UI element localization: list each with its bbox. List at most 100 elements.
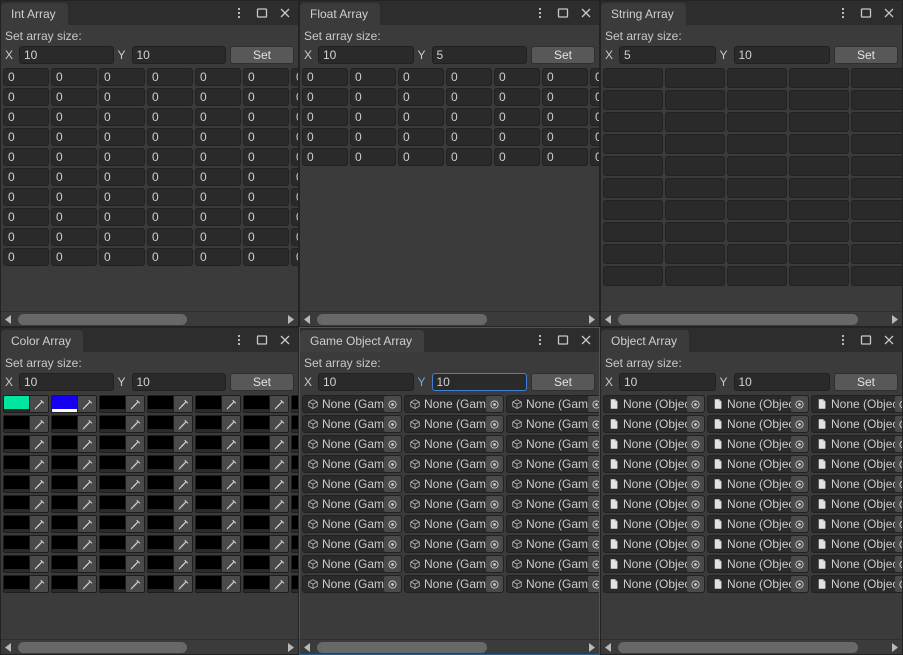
eyedropper-icon[interactable] — [77, 396, 96, 412]
eyedropper-icon[interactable] — [77, 476, 96, 492]
eyedropper-icon[interactable] — [29, 576, 48, 592]
object-picker-icon[interactable] — [791, 436, 808, 452]
color-swatch[interactable] — [244, 456, 269, 472]
array-cell[interactable]: 0 — [195, 88, 241, 106]
array-cell[interactable]: 0 — [446, 128, 492, 146]
color-array-cell[interactable] — [243, 475, 289, 493]
array-cell[interactable]: 0 — [195, 248, 241, 266]
object-picker-icon[interactable] — [384, 456, 401, 472]
array-cell[interactable]: 0 — [51, 108, 97, 126]
color-array-cell[interactable] — [99, 435, 145, 453]
color-swatch[interactable] — [100, 416, 125, 432]
eyedropper-icon[interactable] — [173, 556, 192, 572]
color-array-cell[interactable] — [291, 435, 298, 453]
arrow-right-icon[interactable] — [585, 313, 598, 326]
color-array-cell[interactable] — [99, 475, 145, 493]
color-swatch[interactable] — [244, 536, 269, 552]
color-swatch[interactable] — [244, 436, 269, 452]
color-array-cell[interactable] — [3, 415, 49, 433]
object-reference-cell[interactable]: None (Object) — [603, 395, 705, 413]
color-swatch[interactable] — [292, 496, 298, 512]
color-array-cell[interactable] — [195, 395, 241, 413]
color-array-cell[interactable] — [291, 535, 298, 553]
color-array-cell[interactable] — [99, 455, 145, 473]
color-array-cell[interactable] — [51, 515, 97, 533]
object-picker-icon[interactable] — [687, 416, 704, 432]
array-cell[interactable] — [851, 222, 902, 242]
kebab-menu-icon[interactable] — [836, 333, 850, 347]
array-cell[interactable]: 0 — [291, 168, 298, 186]
eyedropper-icon[interactable] — [77, 576, 96, 592]
object-picker-icon[interactable] — [588, 576, 599, 592]
array-cell[interactable]: 0 — [195, 188, 241, 206]
color-array-cell[interactable] — [51, 475, 97, 493]
color-swatch[interactable] — [4, 456, 29, 472]
color-array-cell[interactable] — [291, 455, 298, 473]
color-swatch[interactable] — [244, 556, 269, 572]
color-swatch[interactable] — [52, 516, 77, 532]
array-cell[interactable]: 0 — [195, 208, 241, 226]
color-swatch[interactable] — [196, 416, 221, 432]
color-swatch[interactable] — [148, 556, 173, 572]
eyedropper-icon[interactable] — [173, 416, 192, 432]
array-cell[interactable] — [727, 244, 787, 264]
arrow-right-icon[interactable] — [888, 313, 901, 326]
array-cell[interactable]: 0 — [590, 88, 599, 106]
array-cell[interactable]: 0 — [494, 88, 540, 106]
array-cell[interactable]: 0 — [446, 88, 492, 106]
tab-object-array[interactable]: Object Array — [601, 330, 690, 352]
array-cell[interactable]: 0 — [590, 108, 599, 126]
object-reference-cell[interactable]: None (Object) — [603, 555, 705, 573]
color-swatch[interactable] — [100, 476, 125, 492]
array-cell[interactable] — [727, 134, 787, 154]
array-cell[interactable] — [851, 112, 902, 132]
object-reference-cell[interactable]: None (Object) — [811, 515, 902, 533]
array-cell[interactable]: 0 — [243, 88, 289, 106]
color-swatch[interactable] — [148, 456, 173, 472]
eyedropper-icon[interactable] — [125, 536, 144, 552]
object-picker-icon[interactable] — [895, 496, 902, 512]
color-array-cell[interactable] — [291, 415, 298, 433]
array-size-y-input[interactable]: 10 — [733, 373, 830, 391]
object-reference-cell[interactable]: None (Game Object) — [302, 515, 402, 533]
object-reference-cell[interactable]: None (Object) — [811, 575, 902, 593]
scrollbar-track[interactable] — [314, 313, 585, 325]
array-cell[interactable] — [603, 90, 663, 110]
eyedropper-icon[interactable] — [29, 476, 48, 492]
object-reference-cell[interactable]: None (Object) — [811, 435, 902, 453]
color-swatch[interactable] — [100, 456, 125, 472]
array-size-x-input[interactable]: 10 — [318, 373, 414, 391]
eyedropper-icon[interactable] — [125, 516, 144, 532]
color-array-cell[interactable] — [3, 535, 49, 553]
array-cell[interactable]: 0 — [99, 128, 145, 146]
color-array-cell[interactable] — [291, 555, 298, 573]
color-swatch[interactable] — [244, 476, 269, 492]
array-cell[interactable] — [789, 222, 849, 242]
object-reference-cell[interactable]: None (Game Object) — [506, 575, 599, 593]
object-picker-icon[interactable] — [384, 496, 401, 512]
array-cell[interactable] — [727, 178, 787, 198]
eyedropper-icon[interactable] — [77, 456, 96, 472]
object-reference-cell[interactable]: None (Object) — [603, 415, 705, 433]
array-cell[interactable]: 0 — [291, 88, 298, 106]
object-picker-icon[interactable] — [588, 496, 599, 512]
array-cell[interactable]: 0 — [147, 128, 193, 146]
array-cell[interactable] — [851, 200, 902, 220]
eyedropper-icon[interactable] — [125, 576, 144, 592]
color-swatch[interactable] — [100, 496, 125, 512]
eyedropper-icon[interactable] — [125, 436, 144, 452]
array-cell[interactable]: 0 — [243, 128, 289, 146]
color-swatch[interactable] — [196, 536, 221, 552]
color-array-cell[interactable] — [99, 395, 145, 413]
color-swatch[interactable] — [4, 556, 29, 572]
array-cell[interactable] — [851, 266, 902, 286]
object-reference-cell[interactable]: None (Game Object) — [302, 475, 402, 493]
scrollbar-thumb[interactable] — [316, 641, 488, 653]
object-picker-icon[interactable] — [687, 516, 704, 532]
tab-float-array[interactable]: Float Array — [300, 3, 381, 25]
arrow-left-icon[interactable] — [602, 641, 615, 654]
color-array-cell[interactable] — [195, 535, 241, 553]
object-reference-cell[interactable]: None (Object) — [707, 455, 809, 473]
array-cell[interactable] — [727, 68, 787, 88]
object-picker-icon[interactable] — [791, 396, 808, 412]
